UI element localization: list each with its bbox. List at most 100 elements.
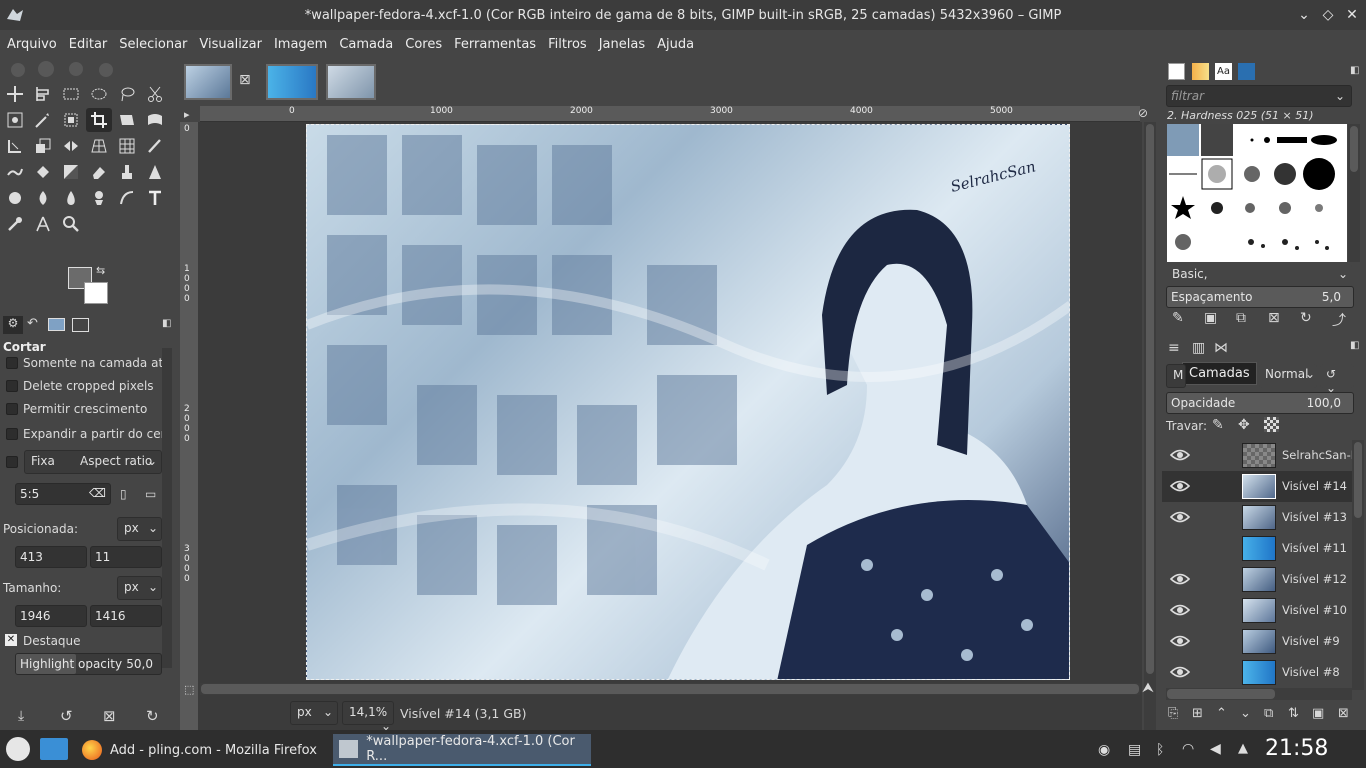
brushes-tab-icon[interactable] xyxy=(1168,63,1185,80)
menu-cores[interactable]: Cores xyxy=(399,37,448,52)
duplicate-brush-icon[interactable]: ⧉ xyxy=(1236,310,1246,326)
channels-tab-icon[interactable]: ▥ xyxy=(1192,340,1205,356)
open-brush-icon[interactable]: ⤴ xyxy=(1332,310,1346,330)
layer-row[interactable]: SelrahcSan-M xyxy=(1162,440,1361,471)
lower-layer-icon[interactable]: ⌄ xyxy=(1240,706,1251,721)
images-tab-icon[interactable] xyxy=(48,318,65,331)
tray-expand-icon[interactable]: ▲ xyxy=(1238,741,1248,756)
checkbox-expand-center[interactable] xyxy=(6,428,18,440)
checkbox-fixed[interactable] xyxy=(6,456,18,468)
maximize-icon[interactable]: ◇ xyxy=(1320,7,1336,23)
size-height-input[interactable]: 1416 xyxy=(90,605,162,627)
volume-icon[interactable]: ◀ xyxy=(1210,741,1221,757)
foreground-select-icon[interactable] xyxy=(2,108,28,132)
paintbrush-icon[interactable] xyxy=(142,134,168,158)
menu-arrow-icon[interactable]: ▸ xyxy=(184,108,190,121)
anchor-layer-icon[interactable]: ⇅ xyxy=(1288,706,1299,721)
lock-pixels-icon[interactable]: ✎ xyxy=(1212,417,1224,433)
tool-options-tab-icon[interactable]: ⚙ xyxy=(3,316,23,334)
menu-ferramentas[interactable]: Ferramentas xyxy=(448,37,542,52)
layer-row[interactable]: Visível #11 xyxy=(1162,533,1352,564)
save-options-icon[interactable]: ⤓ xyxy=(18,708,24,724)
rect-select-icon[interactable] xyxy=(58,82,84,106)
paths-icon[interactable] xyxy=(114,186,140,210)
layer-mode-select[interactable]: Normal ⌄ xyxy=(1259,364,1317,388)
task-firefox[interactable]: Add - pling.com - Mozilla Firefox xyxy=(78,734,328,766)
text-tool-icon[interactable] xyxy=(142,186,168,210)
eye-tray-icon[interactable]: ◉ xyxy=(1098,742,1110,758)
position-y-input[interactable]: 11 xyxy=(90,546,162,568)
delete-brush-icon[interactable]: ⊠ xyxy=(1268,310,1280,326)
dock-menu-icon[interactable]: ◧ xyxy=(1350,65,1359,76)
menu-selecionar[interactable]: Selecionar xyxy=(113,37,193,52)
eraser-icon[interactable] xyxy=(86,160,112,184)
lock-position-icon[interactable]: ✥ xyxy=(1238,417,1250,433)
horizontal-scrollbar[interactable] xyxy=(200,683,1140,695)
dodge-burn-icon[interactable] xyxy=(2,186,28,210)
image-tab-3[interactable] xyxy=(326,64,376,100)
layer-row[interactable]: Visível #9 xyxy=(1162,626,1352,657)
brush-filter-input[interactable]: filtrar ⌄ xyxy=(1166,85,1352,107)
vertical-scrollbar[interactable] xyxy=(1144,122,1156,738)
app-launcher-icon[interactable] xyxy=(6,737,30,761)
layers-scrollbar[interactable] xyxy=(1352,440,1364,690)
close-tab-icon[interactable]: ⊠ xyxy=(239,72,251,88)
image-tab-2[interactable] xyxy=(266,64,318,100)
position-unit-select[interactable]: px ⌄ xyxy=(117,517,162,541)
menu-arquivo[interactable]: Arquivo xyxy=(1,37,63,52)
heal-icon[interactable] xyxy=(142,160,168,184)
unified-transform-icon[interactable] xyxy=(114,108,140,132)
delete-layer-icon[interactable]: ⊠ xyxy=(1338,706,1349,721)
layers-menu-icon[interactable]: ◧ xyxy=(1350,340,1359,351)
clipboard-icon[interactable]: ▤ xyxy=(1128,742,1141,758)
menu-janelas[interactable]: Janelas xyxy=(593,37,651,52)
layer-row[interactable]: Visível #12 xyxy=(1162,564,1352,595)
blur-icon[interactable] xyxy=(30,186,56,210)
fonts-tab-icon[interactable]: Aa xyxy=(1215,63,1232,80)
patterns-tab-icon[interactable] xyxy=(1192,63,1209,80)
highlight-checkbox[interactable]: ✕ xyxy=(5,634,17,646)
aspect-ratio-input[interactable]: 5:5 ⌫ xyxy=(15,483,111,505)
clear-icon[interactable]: ⌫ xyxy=(89,486,106,500)
unit-select[interactable]: px ⌄ xyxy=(290,701,338,725)
minimize-icon[interactable]: ⌄ xyxy=(1296,7,1312,23)
zoom-icon[interactable] xyxy=(58,212,84,236)
landscape-icon[interactable]: ▭ xyxy=(145,487,156,501)
refresh-brushes-icon[interactable]: ↻ xyxy=(1300,310,1312,326)
eye-icon[interactable] xyxy=(1169,663,1191,681)
eye-icon[interactable] xyxy=(1169,477,1191,495)
background-color-swatch[interactable] xyxy=(84,282,108,304)
smudge-icon[interactable] xyxy=(2,160,28,184)
eye-icon[interactable] xyxy=(1169,570,1191,588)
scissors-icon[interactable] xyxy=(142,82,168,106)
canvas-viewport[interactable]: SelrahcSan xyxy=(198,122,1142,738)
close-icon[interactable]: ✕ xyxy=(1344,7,1360,23)
gradients-tab-icon[interactable] xyxy=(1238,63,1255,80)
file-manager-icon[interactable] xyxy=(40,738,68,760)
perspective-icon[interactable] xyxy=(86,134,112,158)
menu-imagem[interactable]: Imagem xyxy=(268,37,333,52)
layers-tab-icon[interactable]: ≡ xyxy=(1168,340,1180,356)
rotate-icon[interactable] xyxy=(2,134,28,158)
bluetooth-icon[interactable]: ᛒ xyxy=(1156,742,1164,758)
eye-icon[interactable] xyxy=(1169,632,1191,650)
image-canvas[interactable]: SelrahcSan xyxy=(306,124,1070,680)
navigate-icon[interactable]: ⮝ xyxy=(1142,680,1154,696)
spacing-slider[interactable]: Espaçamento 5,0 xyxy=(1166,286,1354,308)
layer-composite-select[interactable]: ↺ ⌄ xyxy=(1320,364,1354,395)
layer-row[interactable]: Visível #13 xyxy=(1162,502,1352,533)
layer-row[interactable]: Visível #8 xyxy=(1162,657,1352,688)
panel-menu-icon[interactable]: ◧ xyxy=(162,318,171,329)
new-brush-icon[interactable]: ▣ xyxy=(1204,310,1217,326)
warp-transform-icon[interactable] xyxy=(142,108,168,132)
size-width-input[interactable]: 1946 xyxy=(15,605,87,627)
swap-colors-icon[interactable]: ⇆ xyxy=(96,264,105,277)
undo-history-tab-icon[interactable]: ↶ xyxy=(27,316,38,331)
fixed-mode-select[interactable]: Fixa Aspect ratio ⌄ xyxy=(24,450,162,474)
image-tab-1[interactable] xyxy=(184,64,232,100)
wifi-icon[interactable]: ◠ xyxy=(1182,741,1194,757)
checkbox-delete-cropped[interactable] xyxy=(6,380,18,392)
move-tool-icon[interactable] xyxy=(2,82,28,106)
measure-icon[interactable] xyxy=(30,212,56,236)
eye-icon[interactable] xyxy=(1169,446,1191,464)
